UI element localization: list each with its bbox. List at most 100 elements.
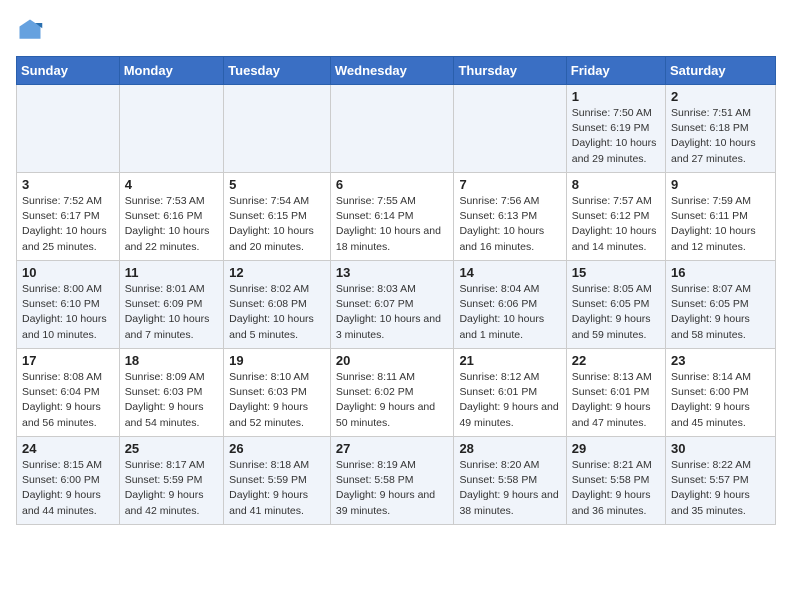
day-info: Sunrise: 8:07 AM Sunset: 6:05 PM Dayligh… (671, 282, 770, 343)
day-info: Sunrise: 8:11 AM Sunset: 6:02 PM Dayligh… (336, 370, 449, 431)
day-number: 6 (336, 177, 449, 192)
calendar-cell: 17 Sunrise: 8:08 AM Sunset: 6:04 PM Dayli… (17, 349, 120, 437)
calendar-cell: 28 Sunrise: 8:20 AM Sunset: 5:58 PM Dayli… (454, 437, 566, 525)
weekday-header-tuesday: Tuesday (224, 57, 331, 85)
weekday-header-thursday: Thursday (454, 57, 566, 85)
day-number: 18 (125, 353, 218, 368)
day-info: Sunrise: 8:12 AM Sunset: 6:01 PM Dayligh… (459, 370, 560, 431)
day-info: Sunrise: 8:10 AM Sunset: 6:03 PM Dayligh… (229, 370, 325, 431)
calendar-cell (330, 85, 454, 173)
day-info: Sunrise: 7:51 AM Sunset: 6:18 PM Dayligh… (671, 106, 770, 167)
day-number: 12 (229, 265, 325, 280)
day-info: Sunrise: 8:21 AM Sunset: 5:58 PM Dayligh… (572, 458, 660, 519)
day-info: Sunrise: 7:52 AM Sunset: 6:17 PM Dayligh… (22, 194, 114, 255)
day-info: Sunrise: 8:04 AM Sunset: 6:06 PM Dayligh… (459, 282, 560, 343)
day-number: 10 (22, 265, 114, 280)
day-number: 21 (459, 353, 560, 368)
calendar-cell: 3 Sunrise: 7:52 AM Sunset: 6:17 PM Daylig… (17, 173, 120, 261)
calendar-cell: 30 Sunrise: 8:22 AM Sunset: 5:57 PM Dayli… (666, 437, 776, 525)
day-number: 29 (572, 441, 660, 456)
calendar-cell: 22Sunrise: 8:13 AM Sunset: 6:01 PM Dayli… (566, 349, 665, 437)
calendar-cell (454, 85, 566, 173)
day-info: Sunrise: 7:54 AM Sunset: 6:15 PM Dayligh… (229, 194, 325, 255)
day-number: 11 (125, 265, 218, 280)
logo-icon (16, 16, 44, 44)
day-number: 14 (459, 265, 560, 280)
day-info: Sunrise: 8:01 AM Sunset: 6:09 PM Dayligh… (125, 282, 218, 343)
calendar-cell: 13 Sunrise: 8:03 AM Sunset: 6:07 PM Dayli… (330, 261, 454, 349)
calendar-cell: 19 Sunrise: 8:10 AM Sunset: 6:03 PM Dayli… (224, 349, 331, 437)
calendar-cell: 29 Sunrise: 8:21 AM Sunset: 5:58 PM Dayli… (566, 437, 665, 525)
day-info: Sunrise: 7:50 AM Sunset: 6:19 PM Dayligh… (572, 106, 660, 167)
day-info: Sunrise: 8:18 AM Sunset: 5:59 PM Dayligh… (229, 458, 325, 519)
calendar-week-row: 3 Sunrise: 7:52 AM Sunset: 6:17 PM Daylig… (17, 173, 776, 261)
day-info: Sunrise: 8:03 AM Sunset: 6:07 PM Dayligh… (336, 282, 449, 343)
calendar-cell: 21 Sunrise: 8:12 AM Sunset: 6:01 PM Dayli… (454, 349, 566, 437)
calendar-cell: 7 Sunrise: 7:56 AM Sunset: 6:13 PM Daylig… (454, 173, 566, 261)
day-info: Sunrise: 8:19 AM Sunset: 5:58 PM Dayligh… (336, 458, 449, 519)
day-info: Sunrise: 7:55 AM Sunset: 6:14 PM Dayligh… (336, 194, 449, 255)
day-number: 5 (229, 177, 325, 192)
day-info: Sunrise: 8:14 AM Sunset: 6:00 PM Dayligh… (671, 370, 770, 431)
calendar-cell (119, 85, 223, 173)
day-info: Sunrise: 8:13 AM Sunset: 6:01 PM Dayligh… (572, 370, 660, 431)
calendar-cell: 12 Sunrise: 8:02 AM Sunset: 6:08 PM Dayli… (224, 261, 331, 349)
day-info: Sunrise: 8:15 AM Sunset: 6:00 PM Dayligh… (22, 458, 114, 519)
calendar-cell: 11 Sunrise: 8:01 AM Sunset: 6:09 PM Dayli… (119, 261, 223, 349)
weekday-header-wednesday: Wednesday (330, 57, 454, 85)
day-number: 25 (125, 441, 218, 456)
day-number: 19 (229, 353, 325, 368)
day-info: Sunrise: 8:22 AM Sunset: 5:57 PM Dayligh… (671, 458, 770, 519)
day-number: 28 (459, 441, 560, 456)
day-info: Sunrise: 7:56 AM Sunset: 6:13 PM Dayligh… (459, 194, 560, 255)
day-info: Sunrise: 8:02 AM Sunset: 6:08 PM Dayligh… (229, 282, 325, 343)
day-info: Sunrise: 8:17 AM Sunset: 5:59 PM Dayligh… (125, 458, 218, 519)
calendar-cell: 10 Sunrise: 8:00 AM Sunset: 6:10 PM Dayli… (17, 261, 120, 349)
weekday-header-saturday: Saturday (666, 57, 776, 85)
day-number: 24 (22, 441, 114, 456)
day-info: Sunrise: 8:08 AM Sunset: 6:04 PM Dayligh… (22, 370, 114, 431)
day-number: 8 (572, 177, 660, 192)
weekday-header-monday: Monday (119, 57, 223, 85)
calendar-cell: 5 Sunrise: 7:54 AM Sunset: 6:15 PM Daylig… (224, 173, 331, 261)
calendar-cell: 16 Sunrise: 8:07 AM Sunset: 6:05 PM Dayli… (666, 261, 776, 349)
weekday-header-friday: Friday (566, 57, 665, 85)
calendar-cell: 14 Sunrise: 8:04 AM Sunset: 6:06 PM Dayli… (454, 261, 566, 349)
calendar-week-row: 10 Sunrise: 8:00 AM Sunset: 6:10 PM Dayli… (17, 261, 776, 349)
day-number: 20 (336, 353, 449, 368)
weekday-header-row: SundayMondayTuesdayWednesdayThursdayFrid… (17, 57, 776, 85)
day-number: 26 (229, 441, 325, 456)
calendar-cell: 15Sunrise: 8:05 AM Sunset: 6:05 PM Dayli… (566, 261, 665, 349)
day-number: 3 (22, 177, 114, 192)
day-number: 9 (671, 177, 770, 192)
day-info: Sunrise: 7:57 AM Sunset: 6:12 PM Dayligh… (572, 194, 660, 255)
header (16, 16, 776, 44)
calendar-cell: 24 Sunrise: 8:15 AM Sunset: 6:00 PM Dayli… (17, 437, 120, 525)
day-number: 17 (22, 353, 114, 368)
day-number: 2 (671, 89, 770, 104)
day-number: 23 (671, 353, 770, 368)
calendar-week-row: 1 Sunrise: 7:50 AM Sunset: 6:19 PM Daylig… (17, 85, 776, 173)
calendar-week-row: 24 Sunrise: 8:15 AM Sunset: 6:00 PM Dayli… (17, 437, 776, 525)
calendar-cell: 4Sunrise: 7:53 AM Sunset: 6:16 PM Daylig… (119, 173, 223, 261)
calendar-cell: 20 Sunrise: 8:11 AM Sunset: 6:02 PM Dayli… (330, 349, 454, 437)
calendar-cell: 2 Sunrise: 7:51 AM Sunset: 6:18 PM Daylig… (666, 85, 776, 173)
calendar-cell: 18Sunrise: 8:09 AM Sunset: 6:03 PM Dayli… (119, 349, 223, 437)
day-info: Sunrise: 8:05 AM Sunset: 6:05 PM Dayligh… (572, 282, 660, 343)
day-number: 1 (572, 89, 660, 104)
calendar-cell (17, 85, 120, 173)
calendar-table: SundayMondayTuesdayWednesdayThursdayFrid… (16, 56, 776, 525)
day-number: 7 (459, 177, 560, 192)
calendar-cell: 1 Sunrise: 7:50 AM Sunset: 6:19 PM Daylig… (566, 85, 665, 173)
day-number: 13 (336, 265, 449, 280)
calendar-cell: 6 Sunrise: 7:55 AM Sunset: 6:14 PM Daylig… (330, 173, 454, 261)
day-number: 16 (671, 265, 770, 280)
day-info: Sunrise: 8:20 AM Sunset: 5:58 PM Dayligh… (459, 458, 560, 519)
day-number: 30 (671, 441, 770, 456)
calendar-cell: 9Sunrise: 7:59 AM Sunset: 6:11 PM Daylig… (666, 173, 776, 261)
calendar-cell: 8 Sunrise: 7:57 AM Sunset: 6:12 PM Daylig… (566, 173, 665, 261)
logo (16, 16, 48, 44)
day-info: Sunrise: 8:00 AM Sunset: 6:10 PM Dayligh… (22, 282, 114, 343)
calendar-cell: 25 Sunrise: 8:17 AM Sunset: 5:59 PM Dayli… (119, 437, 223, 525)
day-number: 27 (336, 441, 449, 456)
